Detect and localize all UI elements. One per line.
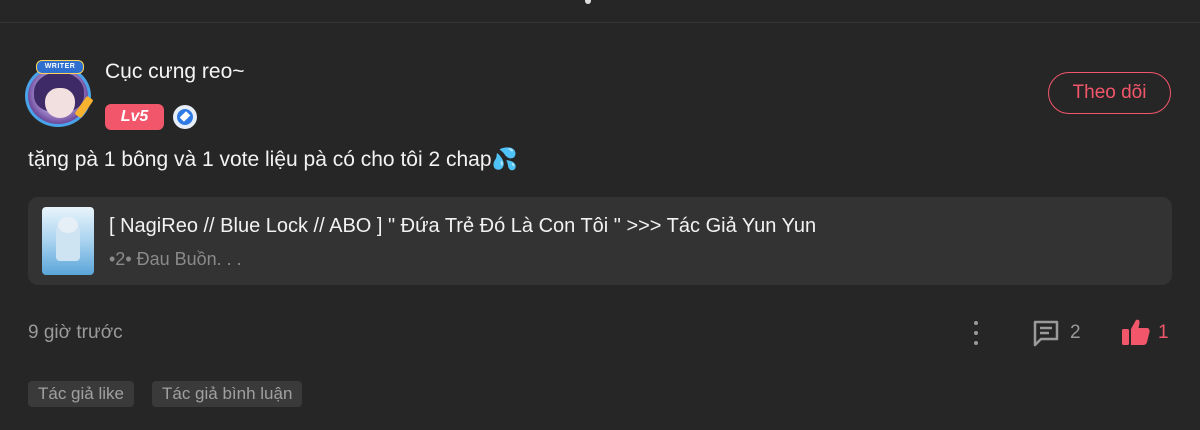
story-title: [ NagiReo // Blue Lock // ABO ] " Đứa Tr… <box>109 215 817 237</box>
more-vertical-icon[interactable] <box>966 318 986 348</box>
follow-button[interactable]: Theo dõi <box>1048 72 1171 114</box>
tag-author-comment: Tác giả bình luận <box>152 381 303 407</box>
like-count: 1 <box>1158 322 1169 343</box>
writer-badge: WRITER <box>36 60 84 74</box>
story-cover-image <box>42 207 94 275</box>
more-dot <box>974 341 978 345</box>
verified-icon <box>173 105 197 129</box>
story-chapter: •2• Đau Buồn. . . <box>109 249 242 269</box>
reply-count: 2 <box>1070 322 1081 343</box>
top-indicator <box>585 0 591 4</box>
tag-author-like: Tác giả like <box>28 381 134 407</box>
cover-head <box>58 217 78 233</box>
avatar-face <box>45 88 75 118</box>
top-divider <box>0 0 1200 23</box>
comment-icon[interactable] <box>1031 318 1061 348</box>
level-badge: Lv5 <box>105 104 164 130</box>
avatar[interactable]: WRITER <box>22 60 94 128</box>
more-dot <box>974 331 978 335</box>
timestamp: 9 giờ trước <box>28 322 123 343</box>
username[interactable]: Cục cưng reo~ <box>105 60 245 84</box>
thumbs-up-icon[interactable] <box>1120 316 1152 348</box>
more-dot <box>974 321 978 325</box>
comment-text: tặng pà 1 bông và 1 vote liệu pà có cho … <box>28 148 518 171</box>
thumbs-up-icon-svg <box>1122 319 1150 345</box>
comment-icon-svg <box>1033 320 1059 347</box>
story-card[interactable]: [ NagiReo // Blue Lock // ABO ] " Đứa Tr… <box>28 197 1172 285</box>
